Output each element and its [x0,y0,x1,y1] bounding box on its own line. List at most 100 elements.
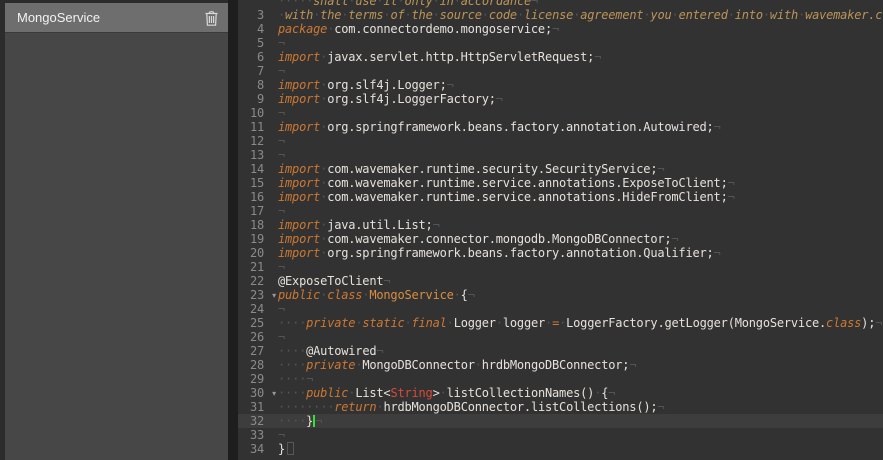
code-line[interactable]: 10¬ [238,106,883,120]
code-line[interactable]: 32····}¬ [238,414,883,428]
code-line[interactable]: 28····private·MongoDBConnector·hrdbMongo… [238,358,883,372]
code-text[interactable]: ¬ [278,260,883,274]
line-number[interactable]: 4 [238,22,278,36]
code-text[interactable]: import·javax.servlet.http.HttpServletReq… [278,50,883,64]
code-text[interactable]: ····¬ [278,372,883,386]
code-line[interactable]: 23▾public·class·MongoService·{¬ [238,288,883,302]
fold-arrow-icon[interactable]: ▾ [272,387,276,401]
code-line[interactable]: 24¬ [238,302,883,316]
line-number[interactable]: 12 [238,134,278,148]
code-text[interactable]: ¬ [278,302,883,316]
code-text[interactable]: import·org.springframework.beans.factory… [278,120,883,134]
code-line[interactable]: 8import·org.slf4j.Logger;¬ [238,78,883,92]
code-line[interactable]: 14import·com.wavemaker.runtime.security.… [238,162,883,176]
line-number[interactable]: 20 [238,246,278,260]
line-number[interactable]: 31 [238,400,278,414]
code-line[interactable]: 5¬ [238,36,883,50]
code-line[interactable]: 29····¬ [238,372,883,386]
code-line[interactable]: 15import·com.wavemaker.runtime.service.a… [238,176,883,190]
code-text[interactable]: } [278,442,883,456]
code-line[interactable]: 3·with·the·terms·of·the·source·code·lice… [238,8,883,22]
line-number[interactable]: 8 [238,78,278,92]
code-line[interactable]: 19import·com.wavemaker.connector.mongodb… [238,232,883,246]
code-line[interactable]: ·····shall·use·it·only·in·accordance¬ [238,0,883,8]
code-text[interactable]: package·com.connectordemo.mongoservice;¬ [278,22,883,36]
code-line[interactable]: 18import·java.util.List;¬ [238,218,883,232]
code-text[interactable]: import·com.wavemaker.runtime.security.Se… [278,162,883,176]
line-number[interactable]: 25 [238,316,278,330]
code-text[interactable]: import·org.slf4j.LoggerFactory;¬ [278,92,883,106]
line-number[interactable]: 33 [238,428,278,442]
code-line[interactable]: 16import·com.wavemaker.runtime.service.a… [238,190,883,204]
code-text[interactable]: ·with·the·terms·of·the·source·code·licen… [278,8,883,22]
code-line[interactable]: 21¬ [238,260,883,274]
code-text[interactable]: @ExposeToClient¬ [278,274,883,288]
code-line[interactable]: 31········return·hrdbMongoDBConnector.li… [238,400,883,414]
line-number[interactable]: 7 [238,64,278,78]
line-number[interactable]: 10 [238,106,278,120]
code-line[interactable]: 7¬ [238,64,883,78]
line-number[interactable]: 27 [238,344,278,358]
code-text[interactable]: public·class·MongoService·{¬ [278,288,883,302]
code-text[interactable]: ¬ [278,428,883,442]
code-text[interactable]: ····}¬ [278,414,883,428]
code-text[interactable]: ¬ [278,134,883,148]
line-number[interactable]: 13 [238,148,278,162]
line-number[interactable]: 23▾ [238,288,278,302]
code-text[interactable]: ¬ [278,64,883,78]
sidebar-splitter[interactable] [228,0,238,460]
code-text[interactable]: ····private·MongoDBConnector·hrdbMongoDB… [278,358,883,372]
line-number[interactable]: 32 [238,414,278,428]
code-line[interactable]: 20import·org.springframework.beans.facto… [238,246,883,260]
line-number[interactable]: 5 [238,36,278,50]
line-number[interactable]: 6 [238,50,278,64]
code-line[interactable]: 26¬ [238,330,883,344]
code-line[interactable]: 6import·javax.servlet.http.HttpServletRe… [238,50,883,64]
code-text[interactable]: ¬ [278,204,883,218]
code-line[interactable]: 25····private·static·final·Logger·logger… [238,316,883,330]
line-number[interactable]: 19 [238,232,278,246]
line-number[interactable]: 22 [238,274,278,288]
line-number[interactable]: 28 [238,358,278,372]
line-number[interactable]: 26 [238,330,278,344]
code-text[interactable]: import·org.springframework.beans.factory… [278,246,883,260]
code-line[interactable]: 13¬ [238,148,883,162]
line-number[interactable]: 3 [238,8,278,22]
line-number[interactable]: 9 [238,92,278,106]
code-text[interactable]: ····private·static·final·Logger·logger·=… [278,316,883,330]
code-line[interactable]: 17¬ [238,204,883,218]
fold-arrow-icon[interactable]: ▾ [272,289,276,303]
sidebar-item-mongoservice[interactable]: MongoService [5,3,228,33]
code-text[interactable]: ········return·hrdbMongoDBConnector.list… [278,400,883,414]
code-line[interactable]: 9import·org.slf4j.LoggerFactory;¬ [238,92,883,106]
code-text[interactable]: ¬ [278,106,883,120]
code-text[interactable]: import·com.wavemaker.runtime.service.ann… [278,176,883,190]
code-line[interactable]: 12¬ [238,134,883,148]
code-text[interactable]: ·····shall·use·it·only·in·accordance¬ [278,0,883,8]
line-number[interactable]: 11 [238,120,278,134]
code-text[interactable]: import·java.util.List;¬ [278,218,883,232]
code-line[interactable]: 22@ExposeToClient¬ [238,274,883,288]
code-text[interactable]: ····@Autowired¬ [278,344,883,358]
code-line[interactable]: 4package·com.connectordemo.mongoservice;… [238,22,883,36]
code-text[interactable]: import·org.slf4j.Logger;¬ [278,78,883,92]
code-line[interactable]: 27····@Autowired¬ [238,344,883,358]
java-code-editor[interactable]: ·····shall·use·it·only·in·accordance¬3·w… [238,0,883,460]
line-number[interactable]: 30▾ [238,386,278,400]
line-number[interactable]: 21 [238,260,278,274]
line-number[interactable] [238,0,278,8]
code-line[interactable]: 30▾····public·List<String>·listCollectio… [238,386,883,400]
code-text[interactable]: import·com.wavemaker.connector.mongodb.M… [278,232,883,246]
code-text[interactable]: ····public·List<String>·listCollectionNa… [278,386,883,400]
code-text[interactable]: ¬ [278,36,883,50]
code-text[interactable]: ¬ [278,148,883,162]
code-text[interactable]: ¬ [278,330,883,344]
code-text[interactable]: import·com.wavemaker.runtime.service.ann… [278,190,883,204]
line-number[interactable]: 18 [238,218,278,232]
code-line[interactable]: 33¬ [238,428,883,442]
line-number[interactable]: 24 [238,302,278,316]
code-line[interactable]: 34} [238,442,883,456]
trash-icon[interactable] [202,8,220,28]
code-line[interactable]: 11import·org.springframework.beans.facto… [238,120,883,134]
line-number[interactable]: 14 [238,162,278,176]
